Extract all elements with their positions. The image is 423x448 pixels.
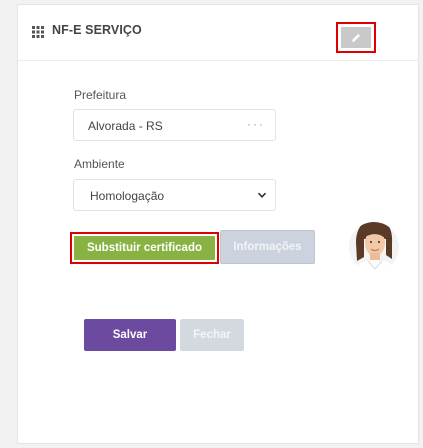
prefeitura-value: Alvorada - RS — [88, 119, 163, 133]
save-button[interactable]: Salvar — [84, 319, 176, 351]
panel-header: NF-E SERVIÇO — [18, 5, 418, 61]
replace-certificate-highlight: Substituir certificado — [70, 232, 219, 264]
information-button[interactable]: Informações — [220, 230, 315, 264]
close-button[interactable]: Fechar — [180, 319, 244, 351]
pencil-icon — [352, 33, 360, 42]
edit-button[interactable] — [336, 22, 376, 53]
replace-certificate-button[interactable]: Substituir certificado — [74, 236, 215, 260]
ambiente-label: Ambiente — [74, 157, 125, 171]
more-options-icon[interactable]: ··· — [247, 117, 265, 131]
ambiente-select[interactable]: Homologação — [73, 179, 276, 211]
prefeitura-field[interactable]: Alvorada - RS ··· — [73, 109, 276, 141]
nfe-service-panel: NF-E SERVIÇO Prefeitura Alvorada - RS ··… — [17, 4, 419, 444]
ambiente-value: Homologação — [90, 189, 165, 203]
chevron-down-icon — [257, 192, 267, 198]
assistant-avatar — [349, 222, 399, 272]
edit-button-body[interactable] — [341, 27, 371, 48]
panel-title: NF-E SERVIÇO — [52, 23, 142, 37]
grid-icon — [32, 26, 44, 38]
prefeitura-label: Prefeitura — [74, 88, 127, 102]
